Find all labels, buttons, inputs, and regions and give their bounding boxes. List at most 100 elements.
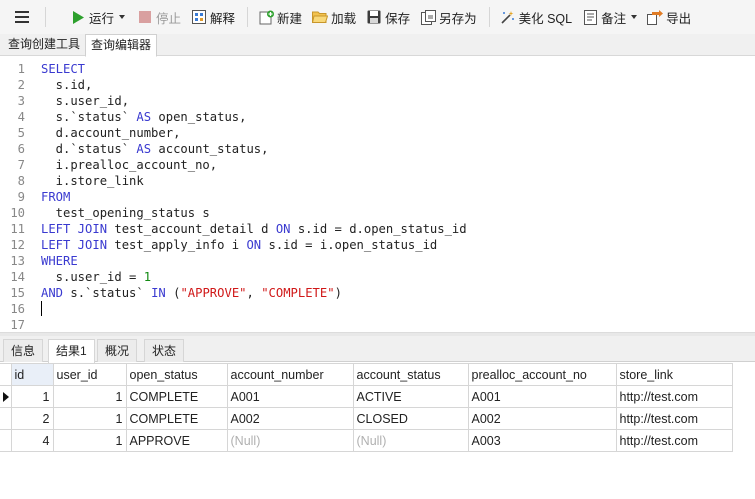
code-line[interactable]: 5 d.account_number, — [0, 125, 755, 141]
cell-id[interactable]: 2 — [10, 407, 54, 430]
column-header-id[interactable]: id — [10, 363, 54, 386]
cell-account-status[interactable]: (Null) — [352, 429, 469, 452]
run-button[interactable]: 运行 — [66, 4, 129, 30]
sql-token: test_apply_info i — [107, 238, 247, 252]
code-text: LEFT JOIN test_apply_info i ON s.id = i.… — [41, 237, 437, 253]
sql-token: s.id = i.open_status_id — [261, 238, 438, 252]
row-selector[interactable] — [0, 407, 12, 430]
sql-keyword: ON — [275, 222, 291, 236]
tab-result1[interactable]: 结果1 — [48, 339, 95, 363]
code-text: s.`status` AS open_status, — [41, 109, 247, 125]
cell-account-number[interactable]: A002 — [226, 407, 354, 430]
table-row[interactable]: 2 1 COMPLETE A002 CLOSED A002 http://tes… — [0, 407, 733, 430]
cell-account-status[interactable]: ACTIVE — [352, 385, 469, 408]
code-line[interactable]: 14 s.user_id = 1 — [0, 269, 755, 285]
cell-user-id[interactable]: 1 — [52, 385, 127, 408]
code-line[interactable]: 2 s.id, — [0, 77, 755, 93]
comment-button[interactable]: 备注 — [578, 4, 641, 30]
tab-query-editor[interactable]: 查询编辑器 — [85, 34, 158, 57]
load-button[interactable]: 加载 — [308, 4, 360, 30]
code-line[interactable]: 17 — [0, 317, 755, 333]
new-button[interactable]: 新建 — [254, 4, 306, 30]
cell-user-id[interactable]: 1 — [52, 429, 127, 452]
code-line[interactable]: 12 LEFT JOIN test_apply_info i ON s.id = … — [0, 237, 755, 253]
stop-button[interactable]: 停止 — [133, 4, 185, 30]
code-line[interactable]: 9 FROM — [0, 189, 755, 205]
comment-dropdown-icon[interactable] — [631, 15, 638, 19]
code-line[interactable]: 3 s.user_id, — [0, 93, 755, 109]
cell-id[interactable]: 1 — [10, 385, 54, 408]
sql-token: ) — [334, 286, 342, 300]
line-number: 1 — [17, 62, 25, 76]
column-header-user-id[interactable]: user_id — [52, 363, 127, 386]
tab-status[interactable]: 状态 — [144, 339, 185, 362]
line-number: 3 — [17, 94, 25, 108]
cell-id[interactable]: 4 — [10, 429, 54, 452]
sql-number: 1 — [143, 270, 152, 284]
tab-query-builder[interactable]: 查询创建工具 — [3, 34, 85, 56]
sql-keyword: SELECT — [41, 62, 86, 76]
code-line[interactable]: 7 i.prealloc_account_no, — [0, 157, 755, 173]
code-line[interactable]: 10 test_opening_status s — [0, 205, 755, 221]
code-line[interactable]: 13 WHERE — [0, 253, 755, 269]
menu-button[interactable] — [8, 4, 39, 30]
tab-info[interactable]: 信息 — [3, 339, 44, 362]
cell-open-status[interactable]: COMPLETE — [125, 385, 228, 408]
cell-prealloc-account-no[interactable]: A003 — [467, 429, 617, 452]
sql-token: test_account_detail d — [107, 222, 276, 236]
tab-profile[interactable]: 概况 — [97, 339, 138, 362]
sql-token: d.account_number, — [41, 126, 181, 140]
line-number: 17 — [10, 318, 25, 332]
save-label: 保存 — [385, 11, 411, 26]
code-line[interactable]: 8 i.store_link — [0, 173, 755, 189]
cell-prealloc-account-no[interactable]: A001 — [467, 385, 617, 408]
column-header-account-number[interactable]: account_number — [226, 363, 354, 386]
result-tabbar: 信息 结果1 概况 状态 — [0, 336, 755, 363]
line-number: 11 — [10, 222, 25, 236]
column-header-prealloc-account-no[interactable]: prealloc_account_no — [467, 363, 617, 386]
cell-store-link[interactable]: http://test.com — [615, 429, 733, 452]
table-row[interactable]: 4 1 APPROVE (Null) (Null) A003 http://te… — [0, 429, 733, 452]
save-button[interactable]: 保存 — [362, 4, 414, 30]
cell-store-link[interactable]: http://test.com — [615, 407, 733, 430]
cell-store-link[interactable]: http://test.com — [615, 385, 733, 408]
explain-label: 解释 — [210, 11, 236, 26]
sql-keyword: AND — [41, 286, 64, 300]
beautify-sql-button[interactable]: 美化 SQL — [496, 4, 577, 30]
cell-open-status[interactable]: APPROVE — [125, 429, 228, 452]
code-line[interactable]: 11 LEFT JOIN test_account_detail d ON s.i… — [0, 221, 755, 237]
line-number: 7 — [17, 158, 25, 172]
run-dropdown-icon[interactable] — [119, 15, 126, 19]
line-number: 8 — [17, 174, 25, 188]
code-line[interactable]: 16 — [0, 301, 755, 317]
line-number: 9 — [17, 190, 25, 204]
code-line[interactable]: 15 AND s.`status` IN ("APPROVE", "COMPLET… — [0, 285, 755, 301]
sql-keyword: ON — [246, 238, 262, 252]
export-button[interactable]: 导出 — [643, 4, 695, 30]
table-row[interactable]: 1 1 COMPLETE A001 ACTIVE A001 http://tes… — [0, 385, 733, 408]
cell-prealloc-account-no[interactable]: A002 — [467, 407, 617, 430]
cell-account-status[interactable]: CLOSED — [352, 407, 469, 430]
code-line[interactable]: 6 d.`status` AS account_status, — [0, 141, 755, 157]
explain-button[interactable]: 解释 — [187, 4, 239, 30]
code-text: s.user_id = 1 — [41, 269, 151, 285]
beautify-sql-label: 美化 SQL — [518, 11, 573, 26]
column-header-store-link[interactable]: store_link — [615, 363, 733, 386]
column-header-open-status[interactable]: open_status — [125, 363, 228, 386]
code-text: s.id, — [41, 77, 93, 93]
cell-open-status[interactable]: COMPLETE — [125, 407, 228, 430]
cell-account-number[interactable]: A001 — [226, 385, 354, 408]
row-selector[interactable] — [0, 385, 12, 408]
sql-token: s.id, — [41, 78, 93, 92]
column-header-account-status[interactable]: account_status — [352, 363, 469, 386]
sql-token: i.store_link — [41, 174, 144, 188]
save-as-button[interactable]: 另存为 — [416, 4, 481, 30]
sql-editor[interactable]: 1 SELECT 2 s.id, 3 s.user_id, 4 s.`status` A… — [0, 57, 755, 337]
result-grid[interactable]: id user_id open_status account_number ac… — [0, 363, 755, 499]
code-line[interactable]: 4 s.`status` AS open_status, — [0, 109, 755, 125]
sql-token: s.id = d.open_status_id — [290, 222, 467, 236]
cell-user-id[interactable]: 1 — [52, 407, 127, 430]
code-line[interactable]: 1 SELECT — [0, 61, 755, 77]
row-selector[interactable] — [0, 429, 12, 452]
cell-account-number[interactable]: (Null) — [226, 429, 354, 452]
